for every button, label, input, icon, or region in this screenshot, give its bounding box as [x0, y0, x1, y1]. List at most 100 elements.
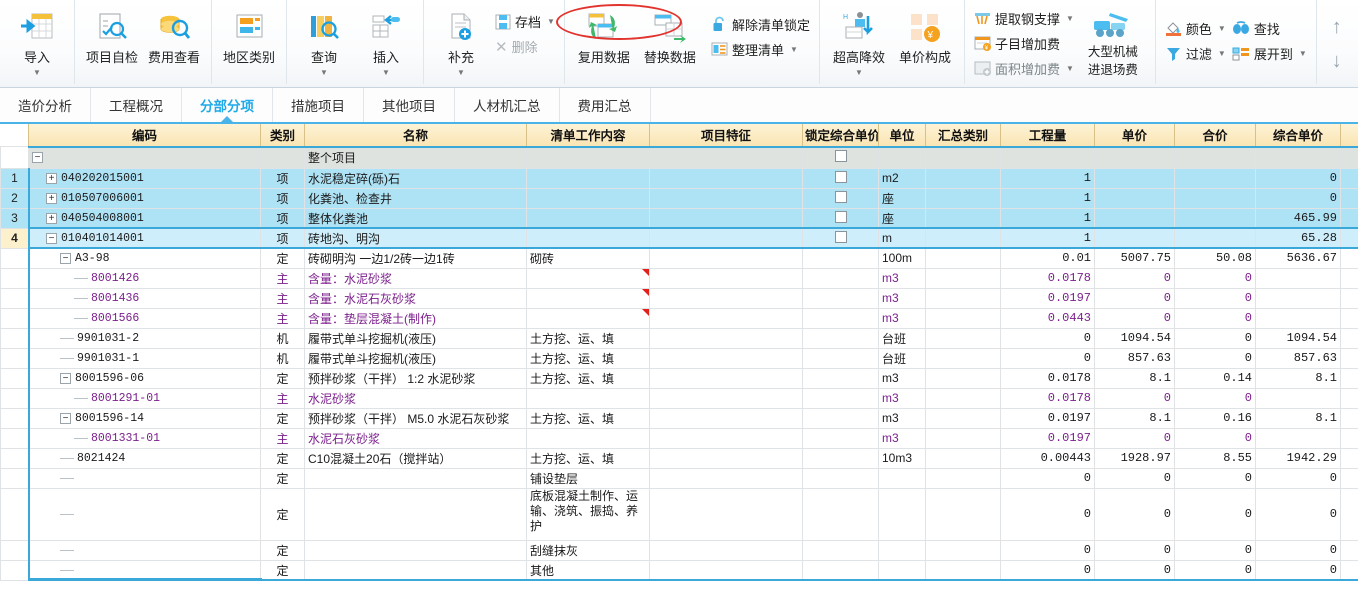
cell-unit_price[interactable]: 0	[1094, 487, 1175, 541]
cell-quantity[interactable]: 0	[1000, 347, 1095, 369]
insert-caret-icon[interactable]: ▼	[382, 69, 390, 77]
unlock-list-button[interactable]: 解除清单锁定	[703, 12, 813, 37]
cell-comprehensive_unit_price[interactable]	[1255, 307, 1341, 329]
cell-unit[interactable]	[878, 487, 926, 541]
cell-quantity[interactable]: 0.00443	[1000, 447, 1095, 469]
cell-features[interactable]	[649, 247, 803, 269]
cell-comprehensive_unit_price[interactable]: 1094.54	[1255, 327, 1341, 349]
color-caret-icon[interactable]: ▼	[1218, 24, 1226, 33]
cell-total_price[interactable]	[1174, 167, 1256, 189]
cell-quantity[interactable]: 0	[1000, 539, 1095, 561]
cell-summary_type[interactable]	[925, 367, 1001, 389]
grid-header-category[interactable]: 类别	[260, 124, 305, 147]
cell-category[interactable]: 项	[260, 187, 305, 209]
cell-unit[interactable]	[878, 539, 926, 561]
grid-header-total_price[interactable]: 合价	[1174, 124, 1256, 147]
cell-name[interactable]: 含量：水泥砂浆	[304, 267, 527, 289]
cell-features[interactable]	[649, 539, 803, 561]
cell-features[interactable]	[649, 145, 803, 169]
cell-unit_price[interactable]	[1094, 207, 1175, 229]
table-row[interactable]: 8001426 主含量：水泥砂浆 m3 0.0178 0 0	[0, 267, 1358, 289]
cell-lock_price[interactable]	[802, 327, 879, 349]
row-number-cell[interactable]	[0, 327, 29, 349]
cell-comprehensive_unit_price[interactable]: 465.99	[1255, 207, 1341, 229]
cell-lock_price[interactable]	[802, 207, 879, 229]
cell-category[interactable]: 机	[260, 327, 305, 349]
cell-comprehensive_unit_price[interactable]: 0	[1255, 167, 1341, 189]
cell-lock_price[interactable]	[802, 187, 879, 209]
grid-header-features[interactable]: 项目特征	[649, 124, 803, 147]
cell-quantity[interactable]: 0.0178	[1000, 267, 1095, 289]
cell-category[interactable]: 主	[260, 307, 305, 329]
find-button[interactable]: 查找	[1229, 16, 1310, 41]
cell-unit_price[interactable]	[1094, 227, 1175, 249]
table-row[interactable]: 定底板混凝土制作、运输、浇筑、振捣、养护 0 0 0 0	[0, 487, 1358, 541]
cell-lock_price[interactable]	[802, 467, 879, 489]
cell-quantity[interactable]: 0.01	[1000, 247, 1095, 269]
cell-quantity[interactable]: 0.0197	[1000, 427, 1095, 449]
table-row[interactable]: 9901031-2 机履带式单斗挖掘机(液压) 土方挖、运、填 台班 0 1094.54 0…	[0, 327, 1358, 349]
cell-features[interactable]	[649, 167, 803, 189]
row-number-cell[interactable]: 4	[0, 227, 29, 249]
cell-comprehensive_total_price[interactable]	[1340, 347, 1358, 369]
table-row[interactable]: 1 +040202015001 项水泥稳定碎(砾)石 m2 1 0	[0, 167, 1358, 189]
cell-work_content[interactable]: 土方挖、运、填	[526, 407, 650, 429]
grid-header-unit[interactable]: 单位	[878, 124, 926, 147]
row-number-cell[interactable]	[0, 145, 29, 169]
cell-unit_price[interactable]: 1094.54	[1094, 327, 1175, 349]
row-number-cell[interactable]	[0, 267, 29, 289]
cell-comprehensive_unit_price[interactable]: 0	[1255, 559, 1341, 581]
table-row[interactable]: 8001331-01 主水泥石灰砂浆 m3 0.0197 0 0	[0, 427, 1358, 449]
cell-work_content[interactable]	[526, 267, 650, 289]
large-machinery-button[interactable]: 大型机械 进退场费	[1077, 4, 1149, 78]
row-number-cell[interactable]	[0, 467, 29, 489]
cell-total_price[interactable]: 0	[1174, 559, 1256, 581]
row-number-cell[interactable]	[0, 487, 29, 541]
cell-total_price[interactable]	[1174, 207, 1256, 229]
cell-quantity[interactable]: 0	[1000, 487, 1095, 541]
cell-quantity[interactable]: 0.0197	[1000, 287, 1095, 309]
cell-summary_type[interactable]	[925, 167, 1001, 189]
table-row[interactable]: − A3-98 定砖砌明沟 一边1/2砖一边1砖 砌砖 100m 0.01 5007.75 5…	[0, 247, 1358, 269]
table-row[interactable]: 8021424 定 C10混凝土20石（搅拌站） 土方挖、运、填 10m3 0.00443…	[0, 447, 1358, 469]
cell-lock_price[interactable]	[802, 267, 879, 289]
cell-name[interactable]: 含量：垫层混凝土(制作)	[304, 307, 527, 329]
cell-features[interactable]	[649, 207, 803, 229]
lock-price-checkbox[interactable]	[834, 210, 847, 223]
cell-summary_type[interactable]	[925, 327, 1001, 349]
cell-lock_price[interactable]	[802, 447, 879, 469]
cell-code-tree[interactable]: −010401014001	[28, 227, 261, 249]
cell-unit_price[interactable]: 8.1	[1094, 407, 1175, 429]
cell-name[interactable]: 水泥石灰砂浆	[304, 427, 527, 449]
cell-summary_type[interactable]	[925, 187, 1001, 209]
expander-minus-icon[interactable]: −	[32, 151, 43, 163]
reuse-data-button[interactable]: 复用数据	[571, 4, 637, 66]
cell-unit_price[interactable]: 0	[1094, 559, 1175, 581]
lock-price-checkbox[interactable]	[834, 190, 847, 203]
row-number-cell[interactable]	[0, 427, 29, 449]
table-row[interactable]: 定其他 0 0 0 0	[0, 559, 1358, 581]
cell-category[interactable]: 定	[260, 247, 305, 269]
cell-unit[interactable]: 座	[878, 187, 926, 209]
cell-total_price[interactable]: 0.14	[1174, 367, 1256, 389]
cell-category[interactable]: 主	[260, 427, 305, 449]
cell-unit[interactable]: m3	[878, 387, 926, 409]
cell-total_price[interactable]	[1174, 145, 1256, 169]
cell-code-tree[interactable]	[28, 467, 261, 489]
cell-comprehensive_unit_price[interactable]: 0	[1255, 539, 1341, 561]
cell-work_content[interactable]	[526, 307, 650, 329]
cell-summary_type[interactable]	[925, 559, 1001, 581]
cell-comprehensive_total_price[interactable]	[1340, 387, 1358, 409]
area-extra-fee-button[interactable]: 面积增加费 ▼	[971, 56, 1077, 81]
row-number-cell[interactable]	[0, 539, 29, 561]
cell-comprehensive_unit_price[interactable]: 0	[1255, 187, 1341, 209]
expander-plus-icon[interactable]: +	[46, 212, 57, 224]
cell-code-tree[interactable]: 8001566	[28, 307, 261, 329]
cell-category[interactable]: 定	[260, 407, 305, 429]
cell-category[interactable]: 主	[260, 287, 305, 309]
supplement-button[interactable]: 补充 ▼	[430, 4, 492, 77]
cell-total_price[interactable]: 0.16	[1174, 407, 1256, 429]
cell-unit_price[interactable]: 8.1	[1094, 367, 1175, 389]
lock-price-checkbox[interactable]	[834, 170, 847, 183]
cell-unit_price[interactable]: 857.63	[1094, 347, 1175, 369]
